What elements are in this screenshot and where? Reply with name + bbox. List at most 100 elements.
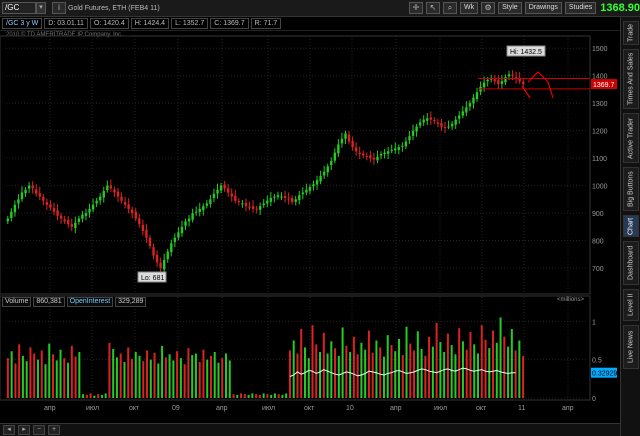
candle-body bbox=[426, 118, 429, 121]
sidebar-tab-trade[interactable]: Trade bbox=[623, 21, 639, 45]
volume-bar bbox=[48, 343, 51, 398]
volume-bar bbox=[270, 394, 273, 398]
volume-bar bbox=[14, 363, 17, 398]
price-tick-label: 1300 bbox=[592, 101, 608, 108]
candle-body bbox=[138, 218, 141, 225]
candle-body bbox=[191, 213, 194, 220]
volume-bar bbox=[33, 353, 36, 398]
volume-bar bbox=[349, 352, 352, 398]
volume-bar bbox=[134, 352, 137, 398]
sidebar-tab-times-and-sales[interactable]: Times And Sales bbox=[623, 49, 639, 109]
volume-bar bbox=[262, 393, 265, 398]
volume-bar bbox=[428, 336, 431, 398]
time-tick-label: окт bbox=[304, 405, 315, 412]
sidebar-tab-level-ii[interactable]: Level II bbox=[623, 289, 639, 321]
sidebar-tab-chart[interactable]: Chart bbox=[623, 215, 639, 237]
volume-bar bbox=[315, 344, 318, 398]
candle-body bbox=[500, 81, 504, 84]
pan-left-icon[interactable]: ◂ bbox=[3, 425, 15, 435]
volume-bar bbox=[44, 364, 47, 398]
volume-bar bbox=[179, 358, 182, 398]
candle-body bbox=[436, 122, 440, 124]
candle-body bbox=[49, 204, 52, 208]
volume-bar bbox=[119, 353, 122, 398]
candle-body bbox=[308, 186, 312, 191]
candle-body bbox=[386, 151, 390, 154]
candle-body bbox=[447, 126, 450, 128]
candle-body bbox=[152, 247, 155, 256]
candle-body bbox=[507, 74, 511, 77]
volume-bar bbox=[10, 351, 13, 398]
volume-bar bbox=[330, 341, 333, 398]
candle-body bbox=[450, 123, 454, 127]
candle-body bbox=[433, 119, 436, 122]
volume-tick-label: 0 bbox=[592, 396, 596, 403]
time-tick-label: окт bbox=[476, 405, 487, 412]
right-sidebar: Trade Times And Sales Active Trader Big But… bbox=[620, 17, 640, 436]
volume-bar bbox=[127, 347, 130, 398]
sidebar-tab-live-news[interactable]: Live News bbox=[623, 325, 639, 369]
candle-body bbox=[45, 202, 49, 205]
candle-body bbox=[177, 232, 180, 238]
candle-body bbox=[88, 208, 91, 213]
candle-body bbox=[74, 222, 77, 228]
volume-bar bbox=[146, 350, 149, 398]
open-interest-value: 329,289 bbox=[115, 296, 147, 307]
annotations-layer: Hi: 1432.5 Lo: 681 1369.7 bbox=[137, 45, 617, 283]
candle-body bbox=[99, 196, 102, 201]
volume-bar bbox=[514, 350, 517, 398]
price-tick-label: 1500 bbox=[592, 46, 608, 53]
price-chart[interactable]: 700800900100011001200130014001500 0.3292… bbox=[0, 0, 620, 423]
candle-body bbox=[166, 251, 169, 260]
pan-right-icon[interactable]: ▸ bbox=[18, 425, 30, 435]
sidebar-tab-big-buttons[interactable]: Big Buttons bbox=[623, 167, 639, 211]
zoom-out-icon[interactable]: − bbox=[33, 425, 45, 435]
candle-body bbox=[429, 117, 432, 120]
open-interest-label[interactable]: OpenInterest bbox=[66, 296, 114, 307]
candle-body bbox=[475, 92, 479, 100]
candle-body bbox=[358, 152, 361, 155]
candle-body bbox=[522, 81, 525, 84]
volume-bar bbox=[228, 360, 231, 398]
candle-body bbox=[209, 199, 212, 205]
sidebar-tab-active-trader[interactable]: Active Trader bbox=[623, 113, 639, 163]
sidebar-tab-dashboard[interactable]: Dashboard bbox=[623, 241, 639, 285]
volume-bar bbox=[161, 345, 164, 398]
volume-bar bbox=[112, 348, 115, 398]
candle-body bbox=[120, 196, 123, 201]
candle-body bbox=[237, 200, 241, 203]
candle-body bbox=[262, 203, 265, 206]
volume-label[interactable]: Volume bbox=[2, 296, 32, 307]
candle-body bbox=[493, 79, 496, 82]
time-tick-label: 09 bbox=[172, 405, 180, 412]
candle-body bbox=[298, 195, 301, 201]
candle-body bbox=[376, 156, 379, 161]
volume-bar bbox=[499, 317, 502, 398]
candle-body bbox=[116, 191, 120, 197]
candle-body bbox=[422, 119, 425, 123]
candle-body bbox=[123, 202, 127, 205]
volume-bar bbox=[266, 394, 269, 398]
time-tick-label: июл bbox=[86, 405, 99, 412]
volume-bar bbox=[221, 358, 224, 398]
volume-bar bbox=[416, 331, 419, 398]
volume-bar bbox=[36, 359, 39, 398]
time-tick-label: 10 bbox=[346, 405, 354, 412]
volume-unit-label: <millions> bbox=[557, 297, 585, 303]
volume-bar bbox=[172, 360, 175, 398]
volume-bar bbox=[85, 394, 88, 398]
volume-bar bbox=[492, 330, 495, 398]
candle-body bbox=[84, 213, 88, 216]
candle-body bbox=[411, 130, 415, 136]
candle-body bbox=[91, 204, 95, 210]
high-label: Hi: 1432.5 bbox=[510, 49, 542, 56]
volume-bar bbox=[394, 351, 397, 398]
volume-bar bbox=[187, 348, 190, 398]
zoom-in-icon[interactable]: + bbox=[48, 425, 60, 435]
volume-bar bbox=[296, 353, 299, 398]
volume-bar bbox=[198, 361, 201, 398]
candle-body bbox=[219, 185, 223, 191]
candle-body bbox=[162, 259, 166, 270]
candle-body bbox=[354, 147, 358, 152]
candle-body bbox=[454, 119, 457, 125]
